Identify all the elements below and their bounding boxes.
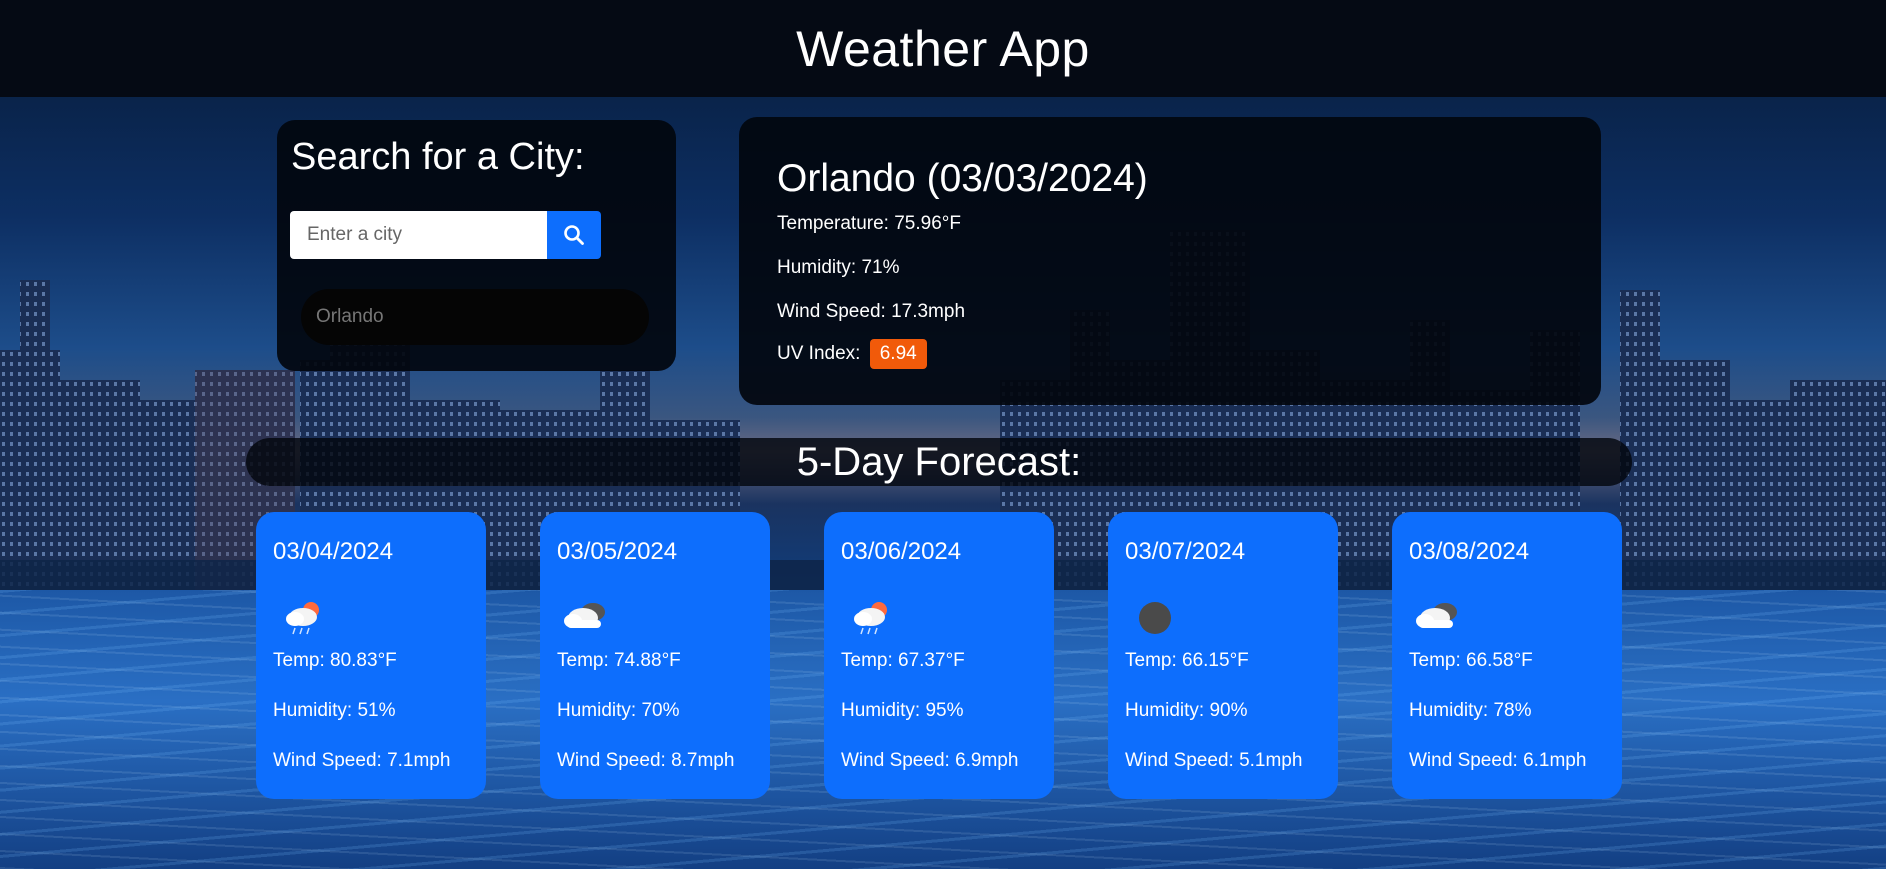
- forecast-temp: Temp: 67.37°F: [841, 650, 965, 671]
- broken-clouds-icon: [1416, 603, 1457, 628]
- forecast-wind: Wind Speed: 8.7mph: [557, 750, 735, 771]
- forecast-humidity: Humidity: 95%: [841, 700, 964, 721]
- forecast-card: 03/05/2024 Temp: 74.88°F Humidity: 70% W…: [540, 512, 770, 799]
- forecast-wind: Wind Speed: 7.1mph: [273, 750, 451, 771]
- forecast-card: 03/07/2024 Temp: 66.15°F Humidity: 90% W…: [1108, 512, 1338, 799]
- app-title: Weather App: [796, 20, 1090, 77]
- forecast-temp: Temp: 80.83°F: [273, 650, 397, 671]
- app-header: Weather App: [0, 0, 1886, 97]
- current-city-heading: Orlando (03/03/2024): [777, 157, 1148, 200]
- rain-cloud-sun-icon: [286, 602, 319, 635]
- uv-index-badge: 6.94: [869, 339, 927, 369]
- search-button[interactable]: [547, 211, 601, 259]
- search-history-item[interactable]: Orlando: [301, 289, 649, 345]
- search-panel: Search for a City: Orlando: [277, 120, 676, 371]
- forecast-wind: Wind Speed: 5.1mph: [1125, 750, 1303, 771]
- forecast-card: 03/06/2024 Temp: 67.37°F Humidity: 95% W…: [824, 512, 1054, 799]
- current-wind-speed: Wind Speed: 17.3mph: [777, 301, 966, 322]
- forecast-humidity: Humidity: 90%: [1125, 700, 1248, 721]
- current-temperature: Temperature: 75.96°F: [777, 213, 961, 234]
- current-weather-panel: Orlando (03/03/2024) Temperature: 75.96°…: [739, 117, 1601, 405]
- current-humidity: Humidity: 71%: [777, 257, 900, 278]
- forecast-wind: Wind Speed: 6.1mph: [1409, 750, 1587, 771]
- forecast-date: 03/06/2024: [841, 538, 962, 565]
- overcast-dot-icon: [1139, 602, 1171, 634]
- forecast-temp: Temp: 74.88°F: [557, 650, 681, 671]
- rain-cloud-sun-icon: [854, 602, 887, 635]
- forecast-date: 03/04/2024: [273, 538, 394, 565]
- forecast-temp: Temp: 66.58°F: [1409, 650, 1533, 671]
- forecast-date: 03/07/2024: [1125, 538, 1246, 565]
- forecast-card: 03/08/2024 Temp: 66.58°F Humidity: 78% W…: [1392, 512, 1622, 799]
- search-icon: [564, 225, 584, 245]
- current-uv-index: UV Index: 6.94: [777, 339, 927, 369]
- forecast-humidity: Humidity: 78%: [1409, 700, 1532, 721]
- broken-clouds-icon: [564, 603, 605, 628]
- forecast-humidity: Humidity: 70%: [557, 700, 680, 721]
- forecast-date: 03/08/2024: [1409, 538, 1530, 565]
- forecast-date: 03/05/2024: [557, 538, 678, 565]
- forecast-heading-bar: 5-Day Forecast:: [246, 438, 1632, 486]
- forecast-temp: Temp: 66.15°F: [1125, 650, 1249, 671]
- forecast-heading: 5-Day Forecast:: [796, 439, 1082, 484]
- forecast-wind: Wind Speed: 6.9mph: [841, 750, 1019, 771]
- uv-index-label: UV Index:: [777, 343, 861, 364]
- forecast-card: 03/04/2024 Temp: 80.83°F Humidity: 51% W…: [256, 512, 486, 799]
- city-search-input[interactable]: [290, 211, 547, 259]
- search-heading: Search for a City:: [291, 136, 585, 178]
- forecast-humidity: Humidity: 51%: [273, 700, 396, 721]
